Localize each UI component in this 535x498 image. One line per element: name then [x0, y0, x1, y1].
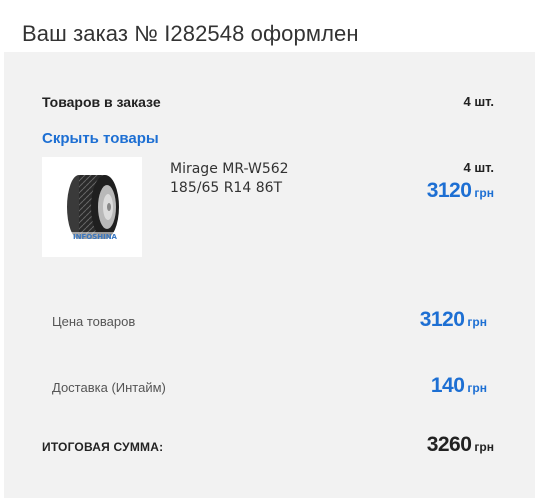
items-heading: Товаров в заказе	[42, 94, 161, 110]
image-watermark: INFOSHINA	[73, 233, 118, 241]
items-count: 4 шт.	[463, 94, 494, 109]
delivery-price-amount: 140	[430, 374, 465, 397]
delivery-label: Доставка (Интайм)	[52, 380, 166, 395]
product-model: Mirage MR-W562	[170, 161, 289, 177]
product-price-amount: 3120	[426, 179, 472, 202]
total-label: ИТОГОВАЯ СУММА:	[42, 440, 164, 454]
product-size: 185/65 R14 86T	[170, 180, 283, 196]
total-price-amount: 3260	[426, 433, 472, 456]
total-price: 3260 грн	[427, 433, 494, 457]
product-quantity: 4 шт.	[463, 160, 494, 175]
product-price-currency: грн	[474, 186, 494, 200]
product-price: 3120 грн	[427, 179, 494, 203]
tire-icon: INFOSHINA	[67, 175, 119, 241]
product-image[interactable]: INFOSHINA	[42, 157, 142, 257]
page-title: Ваш заказ № I282548 оформлен	[22, 20, 359, 46]
delivery-price-currency: грн	[467, 381, 487, 395]
goods-price-amount: 3120	[419, 308, 465, 331]
total-price-currency: грн	[474, 440, 494, 454]
product-name[interactable]: Mirage MR-W562 185/65 R14 86T	[170, 160, 289, 198]
hide-items-link[interactable]: Скрыть товары	[42, 130, 159, 147]
delivery-price: 140 грн	[431, 374, 487, 398]
goods-price-label: Цена товаров	[52, 314, 136, 329]
goods-price: 3120 грн	[420, 308, 487, 332]
goods-price-currency: грн	[467, 315, 487, 329]
order-summary-panel: Товаров в заказе 4 шт. Скрыть товары INF…	[4, 52, 535, 498]
